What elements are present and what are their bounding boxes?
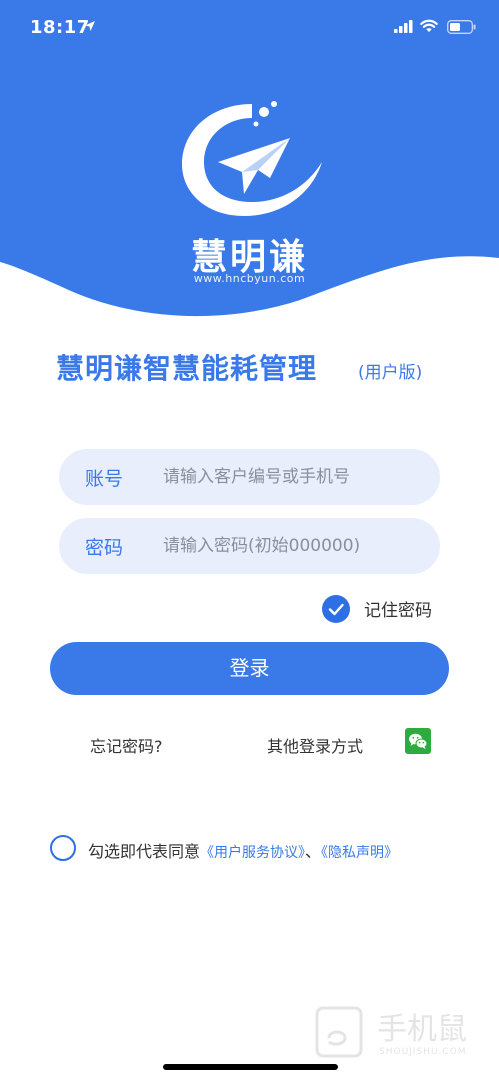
home-indicator[interactable]	[163, 1064, 338, 1070]
privacy-statement-link[interactable]: 《隐私声明》	[321, 845, 398, 861]
watermark-logo-icon	[315, 1006, 363, 1058]
checkmark-icon	[328, 603, 344, 616]
watermark-subtitle: SHOUJISHU.COM	[379, 1047, 467, 1057]
account-field[interactable]: 账号	[59, 449, 440, 505]
account-input[interactable]	[163, 462, 423, 492]
battery-icon	[447, 20, 476, 34]
password-label: 密码	[85, 537, 124, 559]
location-arrow-icon	[85, 21, 95, 31]
remember-password-label[interactable]: 记住密码	[364, 596, 432, 621]
wifi-icon	[420, 19, 438, 32]
watermark-title: 手机鼠	[377, 1012, 467, 1047]
forgot-password-link[interactable]: 忘记密码?	[90, 733, 163, 757]
wechat-login-button[interactable]	[405, 728, 431, 754]
password-field[interactable]: 密码	[59, 518, 440, 574]
agreement-text: 勾选即代表同意《用户服务协议》、《隐私声明》	[88, 838, 398, 862]
brand-url: www.hncbyun.com	[193, 272, 306, 285]
remember-password-checkbox[interactable]	[322, 595, 350, 623]
brand-logo-icon	[182, 101, 322, 216]
cellular-signal-icon	[394, 20, 413, 33]
user-service-agreement-link[interactable]: 《用户服务协议》	[200, 845, 305, 861]
agreement-separator: 、	[305, 842, 322, 861]
other-login-methods-label: 其他登录方式	[267, 737, 364, 756]
password-input[interactable]	[163, 531, 423, 561]
site-watermark: 手机鼠 SHOUJISHU.COM	[313, 1004, 483, 1064]
agreement-prefix: 勾选即代表同意	[88, 842, 201, 861]
wechat-icon	[409, 733, 428, 750]
account-label: 账号	[85, 468, 124, 490]
status-time: 18:17	[30, 17, 90, 38]
login-button[interactable]: 登录	[50, 642, 449, 695]
app-edition: (用户版)	[358, 363, 423, 383]
app-title: 慧明谦智慧能耗管理	[56, 352, 318, 385]
status-bar: 18:17	[0, 0, 499, 60]
agreement-checkbox[interactable]	[50, 835, 76, 861]
